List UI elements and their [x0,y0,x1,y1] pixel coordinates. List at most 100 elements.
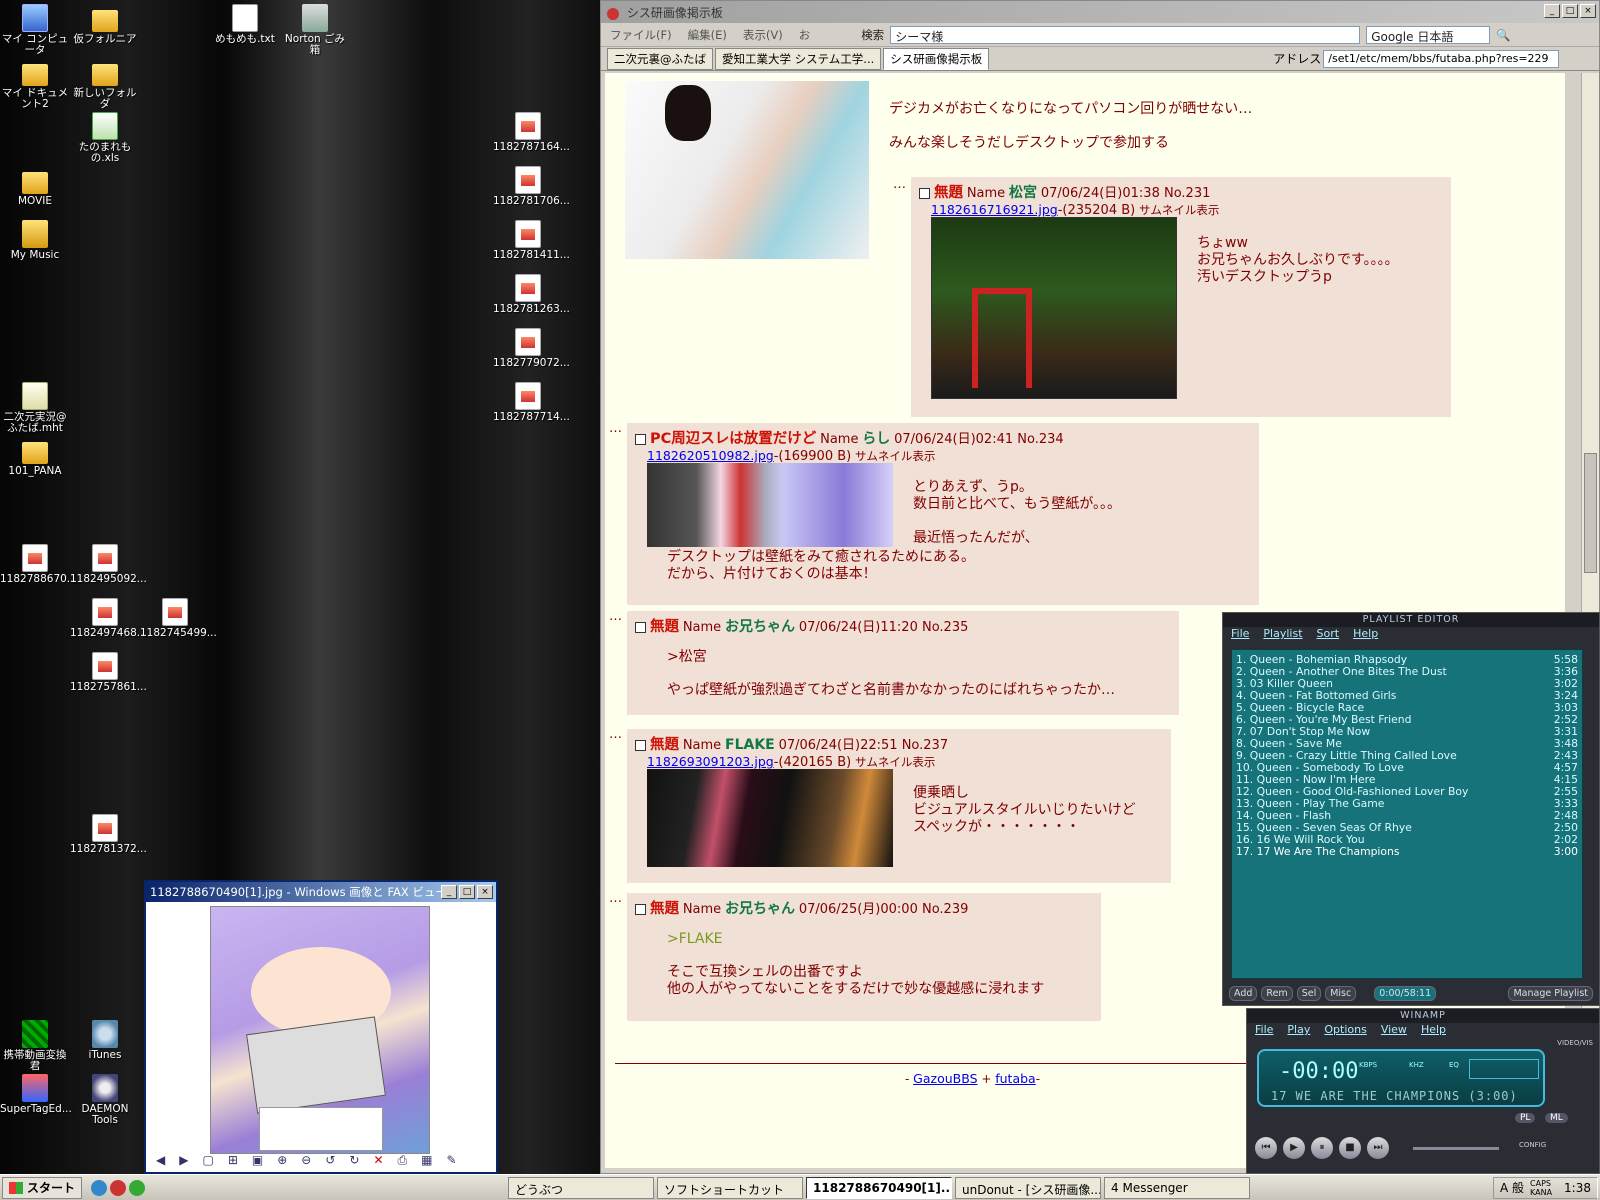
playlist-menu-help[interactable]: Help [1353,627,1378,643]
menu-view[interactable]: 表示(V) [738,26,788,44]
ime-indicator[interactable]: A 般 [1500,1179,1524,1196]
post-checkbox[interactable] [635,904,646,915]
playlist-menu-file[interactable]: File [1231,627,1249,643]
desktop-icon[interactable]: マイ ドキュメント2 [0,58,70,110]
post-checkbox[interactable] [919,188,930,199]
scroll-thumb[interactable] [1584,453,1597,573]
tab-futaba[interactable]: 二次元裏@ふたば [607,47,713,70]
desktop-icon[interactable]: 1182495092... [70,544,147,585]
quicklaunch-messenger-icon[interactable] [129,1179,146,1196]
stop-icon[interactable]: ■ [1339,1137,1361,1159]
desktop-icon[interactable]: 1182781372... [70,814,147,855]
close-button[interactable]: × [1580,4,1596,18]
desktop-icon[interactable]: DAEMON Tools [70,1074,140,1126]
print-icon[interactable]: ⎙ [398,1153,408,1169]
taskbar-button[interactable]: 1182788670490[1].... [806,1176,953,1199]
quicklaunch-ie-icon[interactable] [91,1179,108,1196]
viewer-titlebar[interactable]: 1182788670490[1].jpg - Windows 画像と FAX ビ… [146,882,496,902]
desktop-icon[interactable]: My Music [0,220,70,261]
playlist-item[interactable]: 17. 17 We Are The Champions 3:00 [1236,846,1578,858]
taskbar-button[interactable]: ソフトショートカット [657,1176,804,1199]
best-fit-icon[interactable]: ▢ [202,1153,213,1169]
playlist-list[interactable]: 1. Queen - Bohemian Rhapsody 5:58 2. Queen… [1231,649,1583,979]
desktop-icon[interactable]: 仮フォルニア [70,4,140,45]
desktop-icon[interactable]: 二次元実況@ふたば.mht [0,382,70,434]
desktop-icon[interactable]: マイ コンピュータ [0,4,70,56]
thumbnail-label[interactable]: サムネイル表示 [855,755,935,769]
volume-slider[interactable] [1413,1147,1499,1150]
desktop-icon[interactable]: 1182497468... [70,598,147,639]
zoom-in-icon[interactable]: ⊕ [277,1153,287,1169]
prev-image-icon[interactable]: ◀ [156,1153,165,1169]
misc-button[interactable]: Misc [1325,986,1357,1001]
actual-size-icon[interactable]: ⊞ [228,1153,238,1169]
slideshow-icon[interactable]: ▣ [252,1153,263,1169]
search-input[interactable]: シーマ様 [890,25,1361,44]
taskbar-button[interactable]: unDonut - [シス研画像... [955,1176,1102,1199]
tab-sysken[interactable]: シス研画像掲示板 [883,47,990,70]
futaba-link[interactable]: futaba [995,1071,1035,1086]
taskbar-button[interactable]: 4 Messenger [1104,1176,1251,1199]
desktop-icon[interactable]: 1182745499... [140,598,217,639]
maximize-button[interactable]: □ [459,885,475,899]
thumbnail-label[interactable]: サムネイル表示 [1139,203,1219,217]
desktop-icon[interactable]: SuperTagEd... [0,1074,72,1115]
minimize-button[interactable]: _ [1544,4,1560,18]
post-thumbnail[interactable] [647,769,893,867]
address-input[interactable]: /set1/etc/mem/bbs/futaba.php?res=229 [1323,49,1560,68]
desktop-icon[interactable]: 101_PANA [0,436,70,477]
taskbar-button[interactable]: どうぶつ [508,1176,655,1199]
desktop-icon[interactable]: 1182788670... [0,544,77,585]
post-checkbox[interactable] [635,622,646,633]
post-thumbnail[interactable] [931,217,1177,399]
start-button[interactable]: スタート [2,1176,83,1199]
playlist-menu-sort[interactable]: Sort [1317,627,1340,643]
search-engine-select[interactable]: Google 日本語 [1366,25,1491,44]
previous-icon[interactable]: ⏮ [1255,1137,1277,1159]
op-thumbnail[interactable] [625,81,869,259]
desktop-icon[interactable]: たのまれもの.xls [70,112,140,164]
desktop-icon[interactable]: 1182781263... [493,274,570,315]
desktop-icon[interactable]: めもめも.txt [210,4,280,45]
edit-icon[interactable]: ✎ [446,1153,456,1169]
gazoubbs-link[interactable]: GazouBBS [913,1071,977,1086]
quicklaunch-browser-icon[interactable] [110,1179,127,1196]
post-thumbnail[interactable] [647,463,893,547]
play-icon[interactable]: ▶ [1283,1137,1305,1159]
desktop-icon[interactable]: 1182781411... [493,220,570,261]
desktop-icon[interactable]: 1182779072... [493,328,570,369]
winamp-titlebar[interactable]: WINAMP [1247,1009,1599,1023]
desktop-icon[interactable]: Norton ごみ箱 [280,4,350,56]
browser-titlebar[interactable]: シス研画像掲示板 _ □ × [601,1,1599,23]
menu-favorites[interactable]: お [794,26,816,44]
manage-playlist-button[interactable]: Manage Playlist [1508,986,1593,1001]
remove-button[interactable]: Rem [1261,986,1293,1001]
desktop-icon[interactable]: MOVIE [0,166,70,207]
rotate-left-icon[interactable]: ↺ [325,1153,335,1169]
delete-icon[interactable]: ✕ [373,1153,383,1169]
post-file-link[interactable]: 1182616716921.jpg [931,202,1058,217]
post-file-link[interactable]: 1182693091203.jpg [647,754,774,769]
post-checkbox[interactable] [635,740,646,751]
close-button[interactable]: × [477,885,493,899]
menu-edit[interactable]: 編集(E) [683,26,732,44]
winamp-menu-options[interactable]: Options [1324,1023,1366,1039]
winamp-menu-view[interactable]: View [1381,1023,1407,1039]
pause-icon[interactable]: ⏸ [1311,1137,1333,1159]
winamp-menu-file[interactable]: File [1255,1023,1273,1039]
zoom-out-icon[interactable]: ⊖ [301,1153,311,1169]
ml-toggle[interactable]: ML [1545,1113,1568,1123]
next-icon[interactable]: ⏭ [1367,1137,1389,1159]
pl-toggle[interactable]: PL [1515,1113,1536,1123]
config-label[interactable]: CONFIG [1519,1141,1546,1149]
winamp-playlist-window[interactable]: PLAYLIST EDITOR File Playlist Sort Help … [1222,612,1600,1006]
winamp-menu-help[interactable]: Help [1421,1023,1446,1039]
add-button[interactable]: Add [1229,986,1258,1001]
winamp-menu-play[interactable]: Play [1287,1023,1310,1039]
post-file-link[interactable]: 1182620510982.jpg [647,448,774,463]
tab-aichi[interactable]: 愛知工業大学 システム工学... [715,47,882,70]
minimize-button[interactable]: _ [441,885,457,899]
next-image-icon[interactable]: ▶ [179,1153,188,1169]
desktop-icon[interactable]: 1182781706... [493,166,570,207]
post-checkbox[interactable] [635,434,646,445]
